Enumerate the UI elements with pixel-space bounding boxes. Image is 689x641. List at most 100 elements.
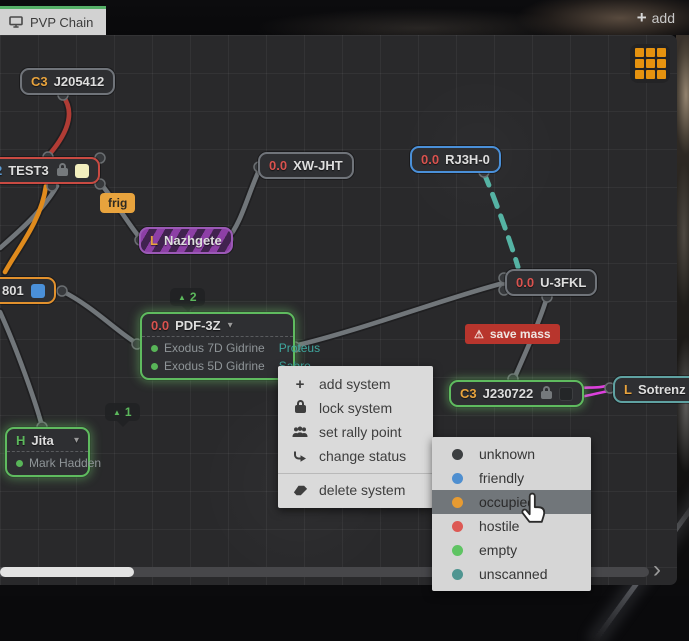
system-node-rj3h0[interactable]: 0.0 RJ3H-0 (410, 146, 501, 173)
status-label: unknown (479, 446, 535, 462)
system-node-801[interactable]: 801 (0, 277, 56, 304)
system-name: Jita (31, 433, 53, 448)
system-node-u3fkl[interactable]: 0.0 U-3FKL (505, 269, 597, 296)
system-node-test3[interactable]: 2 TEST3 (0, 157, 100, 184)
status-square (559, 387, 573, 401)
class-label: 2 (0, 163, 2, 178)
system-header: H Jita ▾ (7, 429, 88, 452)
status-item-occupied[interactable]: occupied (432, 490, 591, 514)
menu-item-delete-system[interactable]: delete system (278, 478, 433, 502)
lock-icon (295, 405, 306, 413)
chevron-down-icon[interactable]: ▾ (74, 435, 79, 446)
system-node-j205412[interactable]: C3 J205412 (20, 68, 115, 95)
class-label: C3 (31, 74, 48, 89)
menu-item-label: delete system (319, 482, 405, 498)
system-header: 0.0 PDF-3Z ▾ (142, 314, 293, 337)
menu-item-lock-system[interactable]: lock system (278, 396, 433, 420)
status-label: empty (479, 542, 517, 558)
status-item-empty[interactable]: empty (432, 538, 591, 562)
lock-icon (57, 168, 68, 176)
status-dot (452, 545, 463, 556)
status-square (31, 284, 45, 298)
system-name: RJ3H-0 (445, 152, 490, 167)
menu-item-label: lock system (319, 400, 392, 416)
horizontal-scrollbar-thumb[interactable] (0, 567, 134, 577)
system-name: J230722 (483, 386, 534, 401)
cursor-pointer-icon (514, 492, 550, 533)
grid-icon (635, 48, 666, 79)
pathfinder-map-page: { "tab": { "label": "PVP Chain" }, "head… (0, 0, 689, 596)
pilot-name: Exodus 7D Gidrine (164, 341, 265, 355)
grid-layout-button[interactable] (630, 44, 670, 83)
menu-item-add-system[interactable]: + add system (278, 372, 433, 396)
class-label: C3 (460, 386, 477, 401)
system-name: PDF-3Z (175, 318, 221, 333)
system-node-pdf3z[interactable]: 0.0 PDF-3Z ▾ Exodus 7D Gidrine Proteus E… (140, 312, 295, 380)
pilot-dot (16, 460, 23, 467)
system-name: Nazhgete (164, 233, 222, 248)
level-down-icon (293, 450, 307, 463)
system-context-menu: + add system lock system set rally point… (278, 366, 433, 508)
pilot-dot (151, 345, 158, 352)
status-dot (452, 473, 463, 484)
triangle-up-icon: ▲ (178, 293, 186, 302)
menu-item-label: change status (319, 448, 406, 464)
status-dot (452, 497, 463, 508)
security-label: 0.0 (151, 318, 169, 333)
menu-item-set-rally-point[interactable]: set rally point (278, 420, 433, 444)
add-label: add (652, 10, 675, 26)
system-name: 801 (2, 283, 24, 298)
system-name: U-3FKL (540, 275, 586, 290)
system-name: Sotrenz (638, 382, 686, 397)
triangle-up-icon: ▲ (113, 408, 121, 417)
security-label: 0.0 (269, 158, 287, 173)
chevron-right-icon[interactable]: › (653, 556, 661, 584)
status-item-hostile[interactable]: hostile (432, 514, 591, 538)
connection-count-badge-jita: ▲ 1 (105, 403, 140, 421)
class-label: L (624, 382, 632, 397)
tab-pvp-chain[interactable]: PVP Chain (0, 6, 106, 35)
eraser-icon (293, 485, 308, 496)
status-dot (452, 521, 463, 532)
add-map-button[interactable]: + add (637, 9, 675, 26)
system-node-j230722[interactable]: C3 J230722 (449, 380, 584, 407)
warning-icon: ⚠ (474, 328, 484, 341)
pilot-ship: Proteus (279, 341, 320, 355)
chevron-down-icon[interactable]: ▾ (228, 320, 233, 331)
pilot-name: Exodus 5D Gidrine (164, 359, 265, 373)
connection-label-frig[interactable]: frig (100, 193, 135, 213)
status-submenu: unknown friendly occupied hostile empty … (432, 437, 591, 591)
space-background-right (676, 35, 689, 585)
system-node-jita[interactable]: H Jita ▾ Mark Hadden (5, 427, 90, 477)
monitor-icon (9, 16, 23, 28)
pilot-row: Mark Hadden (7, 452, 88, 475)
system-node-sotrenz[interactable]: L Sotrenz (613, 376, 689, 403)
save-mass-badge[interactable]: ⚠ save mass (465, 324, 560, 344)
pilot-row: Exodus 7D Gidrine Proteus (142, 337, 293, 357)
tab-label: PVP Chain (30, 15, 93, 30)
plus-icon: + (292, 376, 308, 393)
connection-count: 1 (125, 405, 132, 419)
status-label: friendly (479, 470, 524, 486)
users-icon (292, 426, 308, 438)
system-name: TEST3 (8, 163, 48, 178)
security-label: 0.0 (516, 275, 534, 290)
connection-count: 2 (190, 290, 197, 304)
class-label: H (16, 433, 25, 448)
pilot-row: Exodus 5D Gidrine Sabre (142, 357, 293, 378)
system-name: J205412 (54, 74, 105, 89)
system-node-xwjht[interactable]: 0.0 XW-JHT (258, 152, 354, 179)
class-label: L (150, 233, 158, 248)
menu-item-label: set rally point (319, 424, 401, 440)
system-node-nazhgete[interactable]: L Nazhgete (139, 227, 233, 254)
lock-icon (541, 391, 552, 399)
status-item-unscanned[interactable]: unscanned (432, 562, 591, 586)
menu-item-change-status[interactable]: change status (278, 444, 433, 468)
status-item-unknown[interactable]: unknown (432, 442, 591, 466)
menu-item-label: add system (319, 376, 391, 392)
status-dot (452, 449, 463, 460)
status-dot (452, 569, 463, 580)
pilot-dot (151, 363, 158, 370)
status-item-friendly[interactable]: friendly (432, 466, 591, 490)
system-name: XW-JHT (293, 158, 343, 173)
